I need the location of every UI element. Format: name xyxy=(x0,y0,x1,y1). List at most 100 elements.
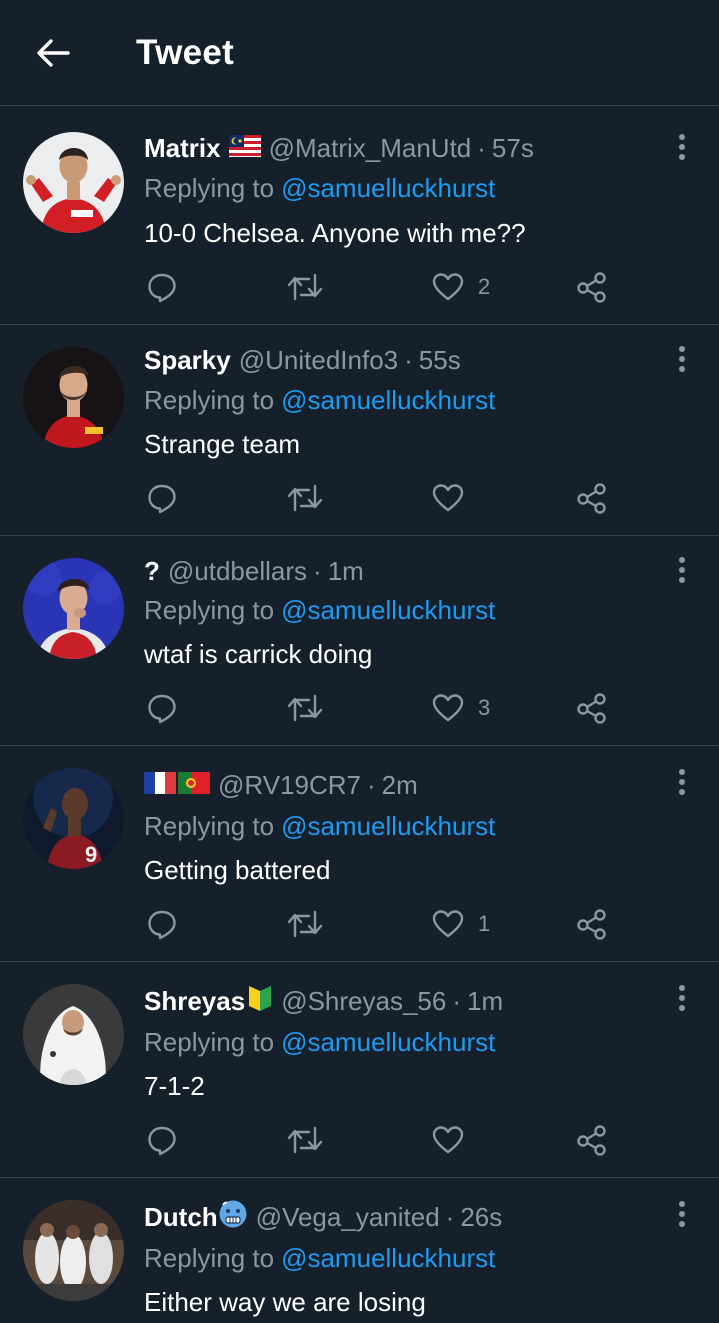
tweet-text: Either way we are losing xyxy=(144,1286,426,1317)
separator-dot: · xyxy=(404,344,413,375)
reply-tweet[interactable]: Sparky @UnitedInfo3 · 55s Replying to @s… xyxy=(0,325,719,536)
reply-tweet[interactable]: Matrix @Matrix_ManUtd · 57s Replying to … xyxy=(0,111,719,325)
reply-tweet[interactable]: ? @utdbellars · 1m Replying to @samuellu… xyxy=(0,536,719,746)
user-handle[interactable]: @UnitedInfo3 xyxy=(239,345,398,376)
mention-link[interactable]: @samuelluckhurst xyxy=(281,811,495,842)
tweet-actions xyxy=(0,1120,719,1160)
display-name[interactable]: Shreyas xyxy=(144,986,245,1017)
like-button[interactable]: 2 xyxy=(432,267,490,307)
retweet-button[interactable] xyxy=(287,478,323,518)
tweet-text: Strange team xyxy=(144,428,301,459)
reply-button[interactable] xyxy=(146,688,178,728)
user-handle[interactable]: @RV19CR7 xyxy=(218,770,361,801)
replying-to-label: Replying to xyxy=(144,384,275,415)
timestamp[interactable]: 55s xyxy=(419,345,461,376)
avatar[interactable] xyxy=(23,347,124,448)
retweet-button[interactable] xyxy=(287,904,323,944)
avatar[interactable] xyxy=(23,1200,124,1301)
timestamp[interactable]: 1m xyxy=(328,556,364,587)
share-button[interactable] xyxy=(576,904,608,944)
more-options-button[interactable] xyxy=(668,980,696,1016)
portugal-flag-icon xyxy=(178,770,210,801)
malaysia-flag-icon xyxy=(228,133,261,164)
share-button[interactable] xyxy=(576,688,608,728)
more-vertical-icon xyxy=(679,134,685,160)
reply-icon xyxy=(148,910,176,940)
display-name[interactable]: ? xyxy=(144,556,160,587)
reply-button[interactable] xyxy=(146,267,178,307)
avatar[interactable] xyxy=(23,984,124,1085)
more-vertical-icon xyxy=(679,769,685,795)
retweet-button[interactable] xyxy=(287,1120,323,1160)
user-handle[interactable]: @Shreyas_56 xyxy=(281,986,446,1017)
share-button[interactable] xyxy=(576,1120,608,1160)
heart-icon xyxy=(432,484,464,512)
like-button[interactable]: 3 xyxy=(432,688,490,728)
reply-button[interactable] xyxy=(146,1120,178,1160)
back-button[interactable] xyxy=(28,30,78,76)
retweet-icon xyxy=(287,694,323,722)
mention-link[interactable]: @samuelluckhurst xyxy=(281,1243,495,1274)
retweet-icon xyxy=(287,484,323,512)
timestamp[interactable]: 1m xyxy=(467,986,503,1017)
more-options-button[interactable] xyxy=(668,341,696,377)
reply-button[interactable] xyxy=(146,478,178,518)
display-name[interactable]: Dutch xyxy=(144,1202,218,1233)
more-options-button[interactable] xyxy=(668,129,696,165)
display-name[interactable]: Sparky xyxy=(144,345,231,376)
share-button[interactable] xyxy=(576,267,608,307)
retweet-button[interactable] xyxy=(287,267,323,307)
share-icon xyxy=(577,483,606,514)
retweet-button[interactable] xyxy=(287,688,323,728)
avatar[interactable] xyxy=(23,558,124,659)
replying-to-label: Replying to xyxy=(144,1242,275,1273)
tweet-text: 7-1-2 xyxy=(144,1070,205,1101)
tweet-text: Getting battered xyxy=(144,854,331,885)
share-icon xyxy=(577,909,606,940)
retweet-icon xyxy=(287,910,323,938)
heart-icon xyxy=(432,1126,464,1154)
reply-button[interactable] xyxy=(146,904,178,944)
replying-to-label: Replying to xyxy=(144,172,275,203)
avatar[interactable] xyxy=(23,132,124,233)
tweet-actions: 1 xyxy=(0,904,719,944)
more-options-button[interactable] xyxy=(668,1196,696,1232)
like-count: 1 xyxy=(478,911,491,936)
like-button[interactable] xyxy=(432,1120,478,1160)
reply-icon xyxy=(148,484,176,514)
like-button[interactable] xyxy=(432,478,478,518)
reply-tweet[interactable]: 9 @RV19CR7 · 2m Replying to @samuelluckh… xyxy=(0,746,719,962)
mention-link[interactable]: @samuelluckhurst xyxy=(281,173,495,204)
timestamp[interactable]: 2m xyxy=(382,770,418,801)
separator-dot: · xyxy=(313,555,322,586)
reply-icon xyxy=(148,273,176,303)
tweet-actions xyxy=(0,478,719,518)
share-button[interactable] xyxy=(576,478,608,518)
reply-tweet[interactable]: Dutch @Vega_yanited · 26s Replying to @s… xyxy=(0,1178,719,1323)
more-vertical-icon xyxy=(679,1201,685,1227)
more-vertical-icon xyxy=(679,346,685,372)
like-count: 3 xyxy=(478,695,491,720)
more-options-button[interactable] xyxy=(668,552,696,588)
arrow-left-icon xyxy=(37,39,70,67)
user-handle[interactable]: @Vega_yanited xyxy=(256,1202,440,1233)
mention-link[interactable]: @samuelluckhurst xyxy=(281,385,495,416)
more-options-button[interactable] xyxy=(668,764,696,800)
tweet-actions: 3 xyxy=(0,688,719,728)
beginner-badge-icon xyxy=(247,984,273,1019)
user-handle[interactable]: @utdbellars xyxy=(168,556,307,587)
timestamp[interactable]: 57s xyxy=(492,133,534,164)
page-title: Tweet xyxy=(136,33,235,72)
user-handle[interactable]: @Matrix_ManUtd xyxy=(269,133,472,164)
replying-to-label: Replying to xyxy=(144,1026,275,1057)
mention-link[interactable]: @samuelluckhurst xyxy=(281,595,495,626)
replying-to-label: Replying to xyxy=(144,810,275,841)
timestamp[interactable]: 26s xyxy=(460,1202,502,1233)
separator-dot: · xyxy=(445,1201,455,1232)
reply-tweet[interactable]: Shreyas @Shreyas_56 · 1m Replying to @sa… xyxy=(0,962,719,1178)
heart-icon xyxy=(432,910,464,938)
like-button[interactable]: 1 xyxy=(432,904,490,944)
avatar[interactable]: 9 xyxy=(23,768,124,869)
mention-link[interactable]: @samuelluckhurst xyxy=(281,1027,495,1058)
display-name[interactable]: Matrix xyxy=(144,133,221,164)
